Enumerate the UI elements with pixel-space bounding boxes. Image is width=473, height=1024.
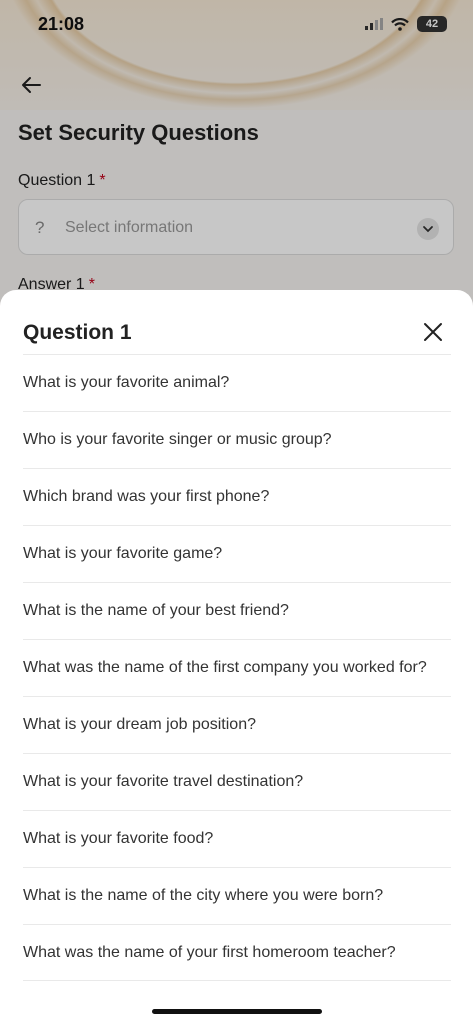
question-option[interactable]: What was the name of the first company y… <box>23 639 451 696</box>
question-option[interactable]: What is your favorite food? <box>23 810 451 867</box>
question-option[interactable]: Who is your favorite singer or music gro… <box>23 411 451 468</box>
question-option[interactable]: What is your favorite game? <box>23 525 451 582</box>
question-picker-sheet: Question 1 What is your favorite animal?… <box>0 290 473 1024</box>
question-option[interactable]: What is the name of your best friend? <box>23 582 451 639</box>
question-option[interactable]: What was the name of your first homeroom… <box>23 924 451 981</box>
question-option[interactable]: What is the name of the city where you w… <box>23 867 451 924</box>
close-icon[interactable] <box>421 320 445 344</box>
question-option[interactable]: What is your favorite animal? <box>23 354 451 411</box>
question-option[interactable]: Which brand was your first phone? <box>23 468 451 525</box>
sheet-title: Question 1 <box>23 321 132 344</box>
question-options-list: What is your favorite animal? Who is you… <box>23 354 451 981</box>
question-option[interactable]: What is your dream job position? <box>23 696 451 753</box>
question-option[interactable]: What is your favorite travel destination… <box>23 753 451 810</box>
home-indicator[interactable] <box>152 1009 322 1014</box>
